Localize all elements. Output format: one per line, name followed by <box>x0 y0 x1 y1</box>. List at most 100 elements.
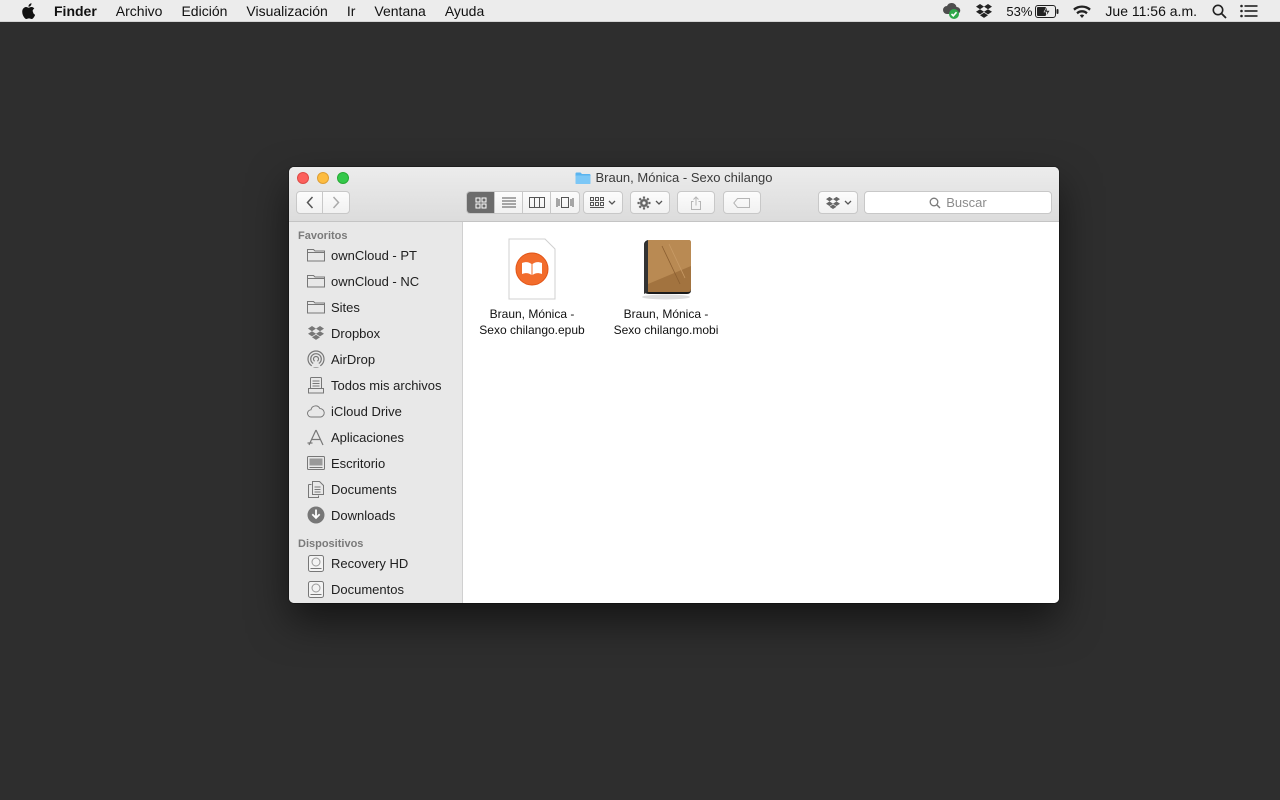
chevron-down-icon <box>608 200 616 205</box>
file-name: Braun, Mónica - Sexo chilango.epub <box>472 306 592 338</box>
sidebar-item-documentos[interactable]: Documentos <box>289 576 462 602</box>
window-title-container: Braun, Mónica - Sexo chilango <box>289 170 1059 185</box>
book-mobi-icon <box>606 230 726 300</box>
sidebar-item-icloud-drive[interactable]: iCloud Drive <box>289 398 462 424</box>
column-view-button[interactable] <box>523 192 551 213</box>
folder-icon <box>307 246 325 264</box>
battery-percent: 53% <box>1006 3 1033 19</box>
action-button[interactable] <box>630 191 670 214</box>
sidebar-item-owncloud-nc[interactable]: ownCloud - NC <box>289 268 462 294</box>
folder-icon <box>307 298 325 316</box>
sidebar-item-label: Dropbox <box>331 325 381 341</box>
sidebar-item-label: ownCloud - NC <box>331 273 420 289</box>
sidebar-item-label: Todos mis archivos <box>331 377 442 393</box>
sidebar-item-label: Documents <box>331 481 397 497</box>
file-browser-content[interactable]: Braun, Mónica - Sexo chilango.epub Braun… <box>464 222 1059 603</box>
chevron-right-icon <box>332 196 340 209</box>
sidebar-item-label: Escritorio <box>331 455 386 471</box>
apple-icon[interactable] <box>21 2 35 19</box>
clock[interactable]: Jue 11:56 a.m. <box>1105 3 1197 19</box>
menu-app-finder[interactable]: Finder <box>54 3 97 19</box>
ibooks-epub-icon <box>472 230 592 300</box>
file-name-line1: Braun, Mónica - <box>489 307 575 321</box>
battery-icon <box>1035 4 1059 18</box>
sidebar-item-owncloud-pt[interactable]: ownCloud - PT <box>289 242 462 268</box>
tags-button[interactable] <box>723 191 761 214</box>
search-icon <box>929 197 941 209</box>
icon-grid-icon <box>475 197 486 208</box>
file-name-line1: Braun, Mónica - <box>623 307 709 321</box>
sidebar-item-dropbox[interactable]: Dropbox <box>289 320 462 346</box>
disk-icon <box>307 580 325 598</box>
sidebar-item-label: AirDrop <box>331 351 376 367</box>
file-item-epub[interactable]: Braun, Mónica - Sexo chilango.epub <box>472 230 592 338</box>
arrange-button[interactable] <box>583 191 623 214</box>
menu-ventana[interactable]: Ventana <box>374 3 425 19</box>
sidebar-item-documents[interactable]: Documents <box>289 476 462 502</box>
sidebar-item-escritorio[interactable]: Escritorio <box>289 450 462 476</box>
sidebar-item-todos-mis-archivos[interactable]: Todos mis archivos <box>289 372 462 398</box>
chevron-down-icon <box>655 200 663 205</box>
menu-archivo[interactable]: Archivo <box>116 3 163 19</box>
share-icon <box>691 195 701 210</box>
downloads-icon <box>307 506 325 524</box>
search-placeholder: Buscar <box>946 195 987 210</box>
sidebar-item-label: Recovery HD <box>331 555 409 571</box>
cloud-icon <box>307 402 325 420</box>
folder-icon <box>575 171 591 185</box>
title-bar[interactable]: Braun, Mónica - Sexo chilango Buscar <box>289 167 1059 222</box>
desktop-icon <box>307 454 325 472</box>
view-mode-selector <box>466 191 580 214</box>
sidebar-item-label: Documentos <box>331 581 404 597</box>
menu-visualizacion[interactable]: Visualización <box>246 3 327 19</box>
disk-icon <box>307 554 325 572</box>
battery-status[interactable]: 53% <box>1006 4 1059 19</box>
menu-ayuda[interactable]: Ayuda <box>445 3 484 19</box>
sidebar-item-downloads[interactable]: Downloads <box>289 502 462 528</box>
wifi-icon[interactable] <box>1072 4 1092 19</box>
sidebar-item-label: iCloud Drive <box>331 403 402 419</box>
sidebar-item-label: ownCloud - PT <box>331 247 417 263</box>
sidebar-item-sites[interactable]: Sites <box>289 294 462 320</box>
window-title: Braun, Mónica - Sexo chilango <box>595 170 773 185</box>
all-files-icon <box>307 376 325 394</box>
icon-view-button[interactable] <box>467 192 495 213</box>
sidebar-item-airdrop[interactable]: AirDrop <box>289 346 462 372</box>
notification-center-icon[interactable] <box>1240 4 1258 18</box>
arrange-grid-icon <box>590 197 604 208</box>
chevron-down-icon <box>844 200 851 205</box>
sidebar-item-aplicaciones[interactable]: Aplicaciones <box>289 424 462 450</box>
sidebar-item-label: Aplicaciones <box>331 429 404 445</box>
sidebar-section-dispositivos: Dispositivos <box>298 538 364 550</box>
file-name-line2: Sexo chilango.epub <box>479 323 585 337</box>
menu-edicion[interactable]: Edición <box>181 3 227 19</box>
spotlight-search-icon[interactable] <box>1212 4 1227 19</box>
file-item-mobi[interactable]: Braun, Mónica - Sexo chilango.mobi <box>606 230 726 338</box>
chevron-left-icon <box>305 196 313 209</box>
share-button[interactable] <box>677 191 715 214</box>
sidebar-item-label: Sites <box>331 299 360 315</box>
dropbox-toolbar-button[interactable] <box>818 191 858 214</box>
columns-icon <box>528 197 545 208</box>
sidebar: Favoritos ownCloud - PT ownCloud - NC Si… <box>289 222 463 603</box>
sidebar-item-label: Downloads <box>331 507 396 523</box>
menu-ir[interactable]: Ir <box>347 3 356 19</box>
navigation-buttons <box>296 191 350 214</box>
gear-icon <box>637 196 651 209</box>
forward-button[interactable] <box>323 192 349 213</box>
cover-flow-view-button[interactable] <box>551 192 579 213</box>
sidebar-item-recovery-hd[interactable]: Recovery HD <box>289 550 462 576</box>
documents-icon <box>307 480 325 498</box>
file-name-line2: Sexo chilango.mobi <box>613 323 719 337</box>
finder-window: Braun, Mónica - Sexo chilango Buscar Fav… <box>289 167 1059 603</box>
list-view-button[interactable] <box>495 192 523 213</box>
owncloud-status-icon[interactable] <box>942 2 962 20</box>
dropbox-menu-icon[interactable] <box>975 3 993 19</box>
back-button[interactable] <box>297 192 323 213</box>
cover-flow-icon <box>556 197 574 208</box>
folder-icon <box>307 272 325 290</box>
airdrop-icon <box>307 350 325 368</box>
file-name: Braun, Mónica - Sexo chilango.mobi <box>606 306 726 338</box>
list-icon <box>501 197 516 208</box>
search-field[interactable]: Buscar <box>864 191 1052 214</box>
